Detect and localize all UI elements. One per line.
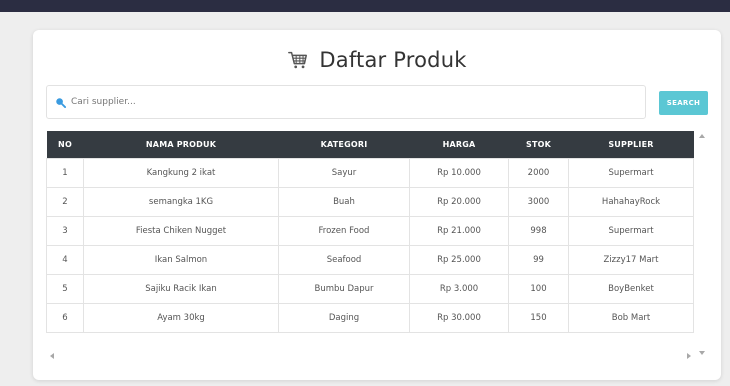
cell-nama-produk: Kangkung 2 ikat (83, 157, 279, 188)
cell-harga: Rp 21.000 (409, 215, 509, 246)
table-row: 2 semangka 1KG Buah Rp 20.000 3000 Hahah… (46, 186, 694, 217)
top-bar (0, 0, 730, 12)
vertical-scrollbar[interactable] (695, 131, 709, 361)
column-header-no: NO (46, 131, 84, 158)
cell-nama-produk: semangka 1KG (83, 186, 279, 217)
table-row: 6 Ayam 30kg Daging Rp 30.000 150 Bob Mar… (46, 302, 694, 333)
column-header-kategori: KATEGORI (278, 131, 410, 158)
product-table: NO NAMA PRODUK KATEGORI HARGA STOK SUPPL… (46, 131, 694, 333)
cell-stok: 100 (508, 273, 569, 304)
cell-stok: 998 (508, 215, 569, 246)
cell-kategori: Sayur (278, 157, 410, 188)
search-box[interactable] (46, 85, 646, 119)
search-input[interactable] (71, 97, 631, 107)
cell-stok: 3000 (508, 186, 569, 217)
search-button[interactable]: SEARCH (659, 91, 708, 115)
product-card: Daftar Produk SEARCH NO NAMA PRODUK KATE… (33, 30, 721, 380)
cell-no: 3 (46, 215, 84, 246)
table-row: 1 Kangkung 2 ikat Sayur Rp 10.000 2000 S… (46, 157, 694, 188)
cell-supplier: Zizzy17 Mart (568, 244, 694, 275)
cell-supplier: Supermart (568, 157, 694, 188)
search-bar: SEARCH (46, 85, 708, 119)
scroll-left-arrow-icon[interactable] (50, 353, 54, 359)
cell-harga: Rp 10.000 (409, 157, 509, 188)
shopping-cart-icon (288, 51, 308, 69)
cell-kategori: Seafood (278, 244, 410, 275)
cell-supplier: Bob Mart (568, 302, 694, 333)
cell-nama-produk: Sajiku Racik Ikan (83, 273, 279, 304)
cell-harga: Rp 3.000 (409, 273, 509, 304)
cell-kategori: Buah (278, 186, 410, 217)
table-row: 5 Sajiku Racik Ikan Bumbu Dapur Rp 3.000… (46, 273, 694, 304)
cell-no: 2 (46, 186, 84, 217)
cell-nama-produk: Fiesta Chiken Nugget (83, 215, 279, 246)
cell-supplier: BoyBenket (568, 273, 694, 304)
cell-kategori: Daging (278, 302, 410, 333)
cell-nama-produk: Ikan Salmon (83, 244, 279, 275)
product-table-container: NO NAMA PRODUK KATEGORI HARGA STOK SUPPL… (46, 131, 721, 361)
scroll-up-arrow-icon[interactable] (699, 134, 705, 138)
cell-kategori: Bumbu Dapur (278, 273, 410, 304)
horizontal-scrollbar[interactable] (46, 349, 695, 363)
table-header-row: NO NAMA PRODUK KATEGORI HARGA STOK SUPPL… (46, 131, 694, 158)
column-header-supplier: SUPPLIER (568, 131, 694, 158)
cell-no: 1 (46, 157, 84, 188)
cell-harga: Rp 25.000 (409, 244, 509, 275)
cell-nama-produk: Ayam 30kg (83, 302, 279, 333)
cell-stok: 150 (508, 302, 569, 333)
column-header-harga: HARGA (409, 131, 509, 158)
scroll-down-arrow-icon[interactable] (699, 351, 705, 355)
column-header-stok: STOK (508, 131, 569, 158)
cell-supplier: HahahayRock (568, 186, 694, 217)
page-header: Daftar Produk (33, 44, 721, 76)
scroll-right-arrow-icon[interactable] (687, 353, 691, 359)
cell-no: 4 (46, 244, 84, 275)
cell-no: 6 (46, 302, 84, 333)
cell-harga: Rp 20.000 (409, 186, 509, 217)
search-icon (56, 97, 66, 108)
column-header-nama-produk: NAMA PRODUK (83, 131, 279, 158)
page-title: Daftar Produk (319, 48, 467, 72)
table-row: 4 Ikan Salmon Seafood Rp 25.000 99 Zizzy… (46, 244, 694, 275)
table-row: 3 Fiesta Chiken Nugget Frozen Food Rp 21… (46, 215, 694, 246)
cell-kategori: Frozen Food (278, 215, 410, 246)
cell-no: 5 (46, 273, 84, 304)
cell-supplier: Supermart (568, 215, 694, 246)
cell-harga: Rp 30.000 (409, 302, 509, 333)
cell-stok: 99 (508, 244, 569, 275)
cell-stok: 2000 (508, 157, 569, 188)
